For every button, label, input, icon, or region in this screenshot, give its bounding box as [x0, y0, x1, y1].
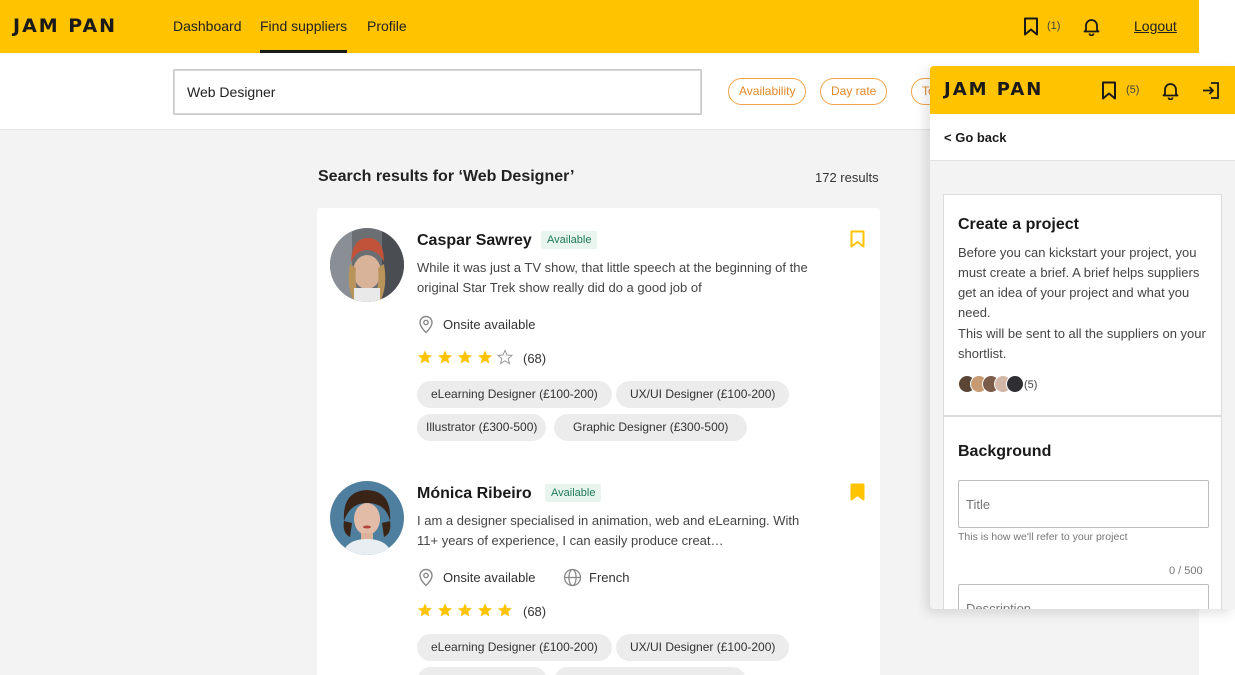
create-project-text: Before you can kickstart your project, y… [958, 245, 1200, 320]
results-count: 172 results [815, 170, 879, 185]
nav-dashboard[interactable]: Dashboard [173, 18, 242, 34]
logout-link[interactable]: Logout [1134, 18, 1177, 34]
search-input[interactable] [173, 69, 702, 115]
rating-stars [417, 602, 513, 618]
star-icon [418, 603, 432, 617]
go-back-link[interactable]: < Go back [944, 130, 1007, 145]
background-title: Background [958, 443, 1052, 460]
star-icon [478, 603, 492, 617]
skill-tag: Illustrator (£300-500) [417, 414, 547, 441]
skill-tag: eLearning Designer (£100-200) [417, 381, 612, 408]
panel-header: JAM PAN (5) [930, 66, 1235, 114]
bookmark-icon[interactable] [850, 230, 865, 248]
results-list: Caspar Sawrey Available While it was jus… [317, 208, 880, 675]
avatar[interactable] [330, 228, 404, 302]
create-project-panel: JAM PAN (5) < Go back Create a project B… [930, 66, 1235, 609]
star-icon [418, 350, 432, 364]
exit-icon[interactable] [1201, 81, 1220, 100]
results-title: Search results for ‘Web Designer’ [318, 168, 575, 185]
supplier-name[interactable]: Mónica Ribeiro [417, 485, 532, 503]
location-text: Onsite available [443, 570, 536, 585]
skill-tag: Graphic Designer (£300-500) [554, 414, 748, 441]
nav-profile[interactable]: Profile [367, 18, 407, 34]
avatar [1006, 375, 1024, 393]
supplier-name[interactable]: Caspar Sawrey [417, 232, 532, 250]
location-text: Onsite available [443, 317, 536, 332]
logo[interactable]: JAM PAN [13, 15, 117, 37]
bell-icon[interactable] [1082, 17, 1101, 36]
title-field[interactable] [958, 480, 1209, 528]
go-back-bar: < Go back [930, 114, 1235, 161]
description-field[interactable] [958, 584, 1209, 609]
supplier-description: While it was just a TV show, that little… [417, 260, 808, 295]
skill-tag-partial [417, 667, 547, 675]
character-counter: 0 / 500 [1169, 565, 1203, 577]
shortlist-note: This will be sent to all the suppliers o… [958, 326, 1206, 361]
bell-icon[interactable] [1161, 81, 1180, 100]
avatar[interactable] [330, 481, 404, 555]
location-pin-icon [417, 568, 435, 587]
top-navigation-bar: JAM PAN Dashboard Find suppliers Profile… [0, 0, 1199, 53]
bookmark-filled-icon[interactable] [850, 483, 865, 501]
background-card: Background This is how we'll refer to yo… [943, 416, 1222, 609]
bookmark-icon[interactable] [1101, 81, 1117, 100]
create-project-card: Create a project Before you can kickstar… [943, 194, 1222, 416]
star-icon [458, 603, 472, 617]
skill-tag: UX/UI Designer (£100-200) [616, 381, 790, 408]
star-icon [478, 350, 492, 364]
filter-day-rate[interactable]: Day rate [820, 78, 888, 105]
star-outline-icon [497, 349, 513, 365]
filter-availability[interactable]: Availability [728, 78, 807, 105]
star-icon [438, 603, 452, 617]
bookmark-count: (5) [1126, 84, 1140, 96]
skill-tag: UX/UI Designer (£100-200) [616, 634, 790, 661]
status-badge: Available [541, 231, 598, 249]
language-text: French [589, 570, 630, 585]
bookmark-count: (1) [1047, 20, 1061, 32]
location-pin-icon [417, 315, 435, 334]
create-project-title: Create a project [958, 216, 1079, 233]
panel-logo[interactable]: JAM PAN [944, 79, 1043, 100]
rating-stars [417, 349, 513, 365]
status-badge: Available [545, 484, 602, 502]
star-icon [498, 603, 512, 617]
star-icon [438, 350, 452, 364]
bookmark-icon[interactable] [1023, 17, 1039, 36]
skill-tag-partial [554, 667, 746, 675]
skill-tag: eLearning Designer (£100-200) [417, 634, 612, 661]
globe-icon [563, 568, 582, 587]
shortlist-count: (5) [1024, 379, 1038, 391]
nav-find-suppliers[interactable]: Find suppliers [260, 18, 347, 34]
title-helper-text: This is how we'll refer to your project [958, 531, 1128, 543]
star-icon [458, 350, 472, 364]
review-count[interactable]: (68) [523, 351, 546, 366]
shortlist-avatars[interactable] [958, 375, 1024, 393]
review-count[interactable]: (68) [523, 604, 546, 619]
supplier-description: I am a designer specialised in animation… [417, 513, 800, 548]
